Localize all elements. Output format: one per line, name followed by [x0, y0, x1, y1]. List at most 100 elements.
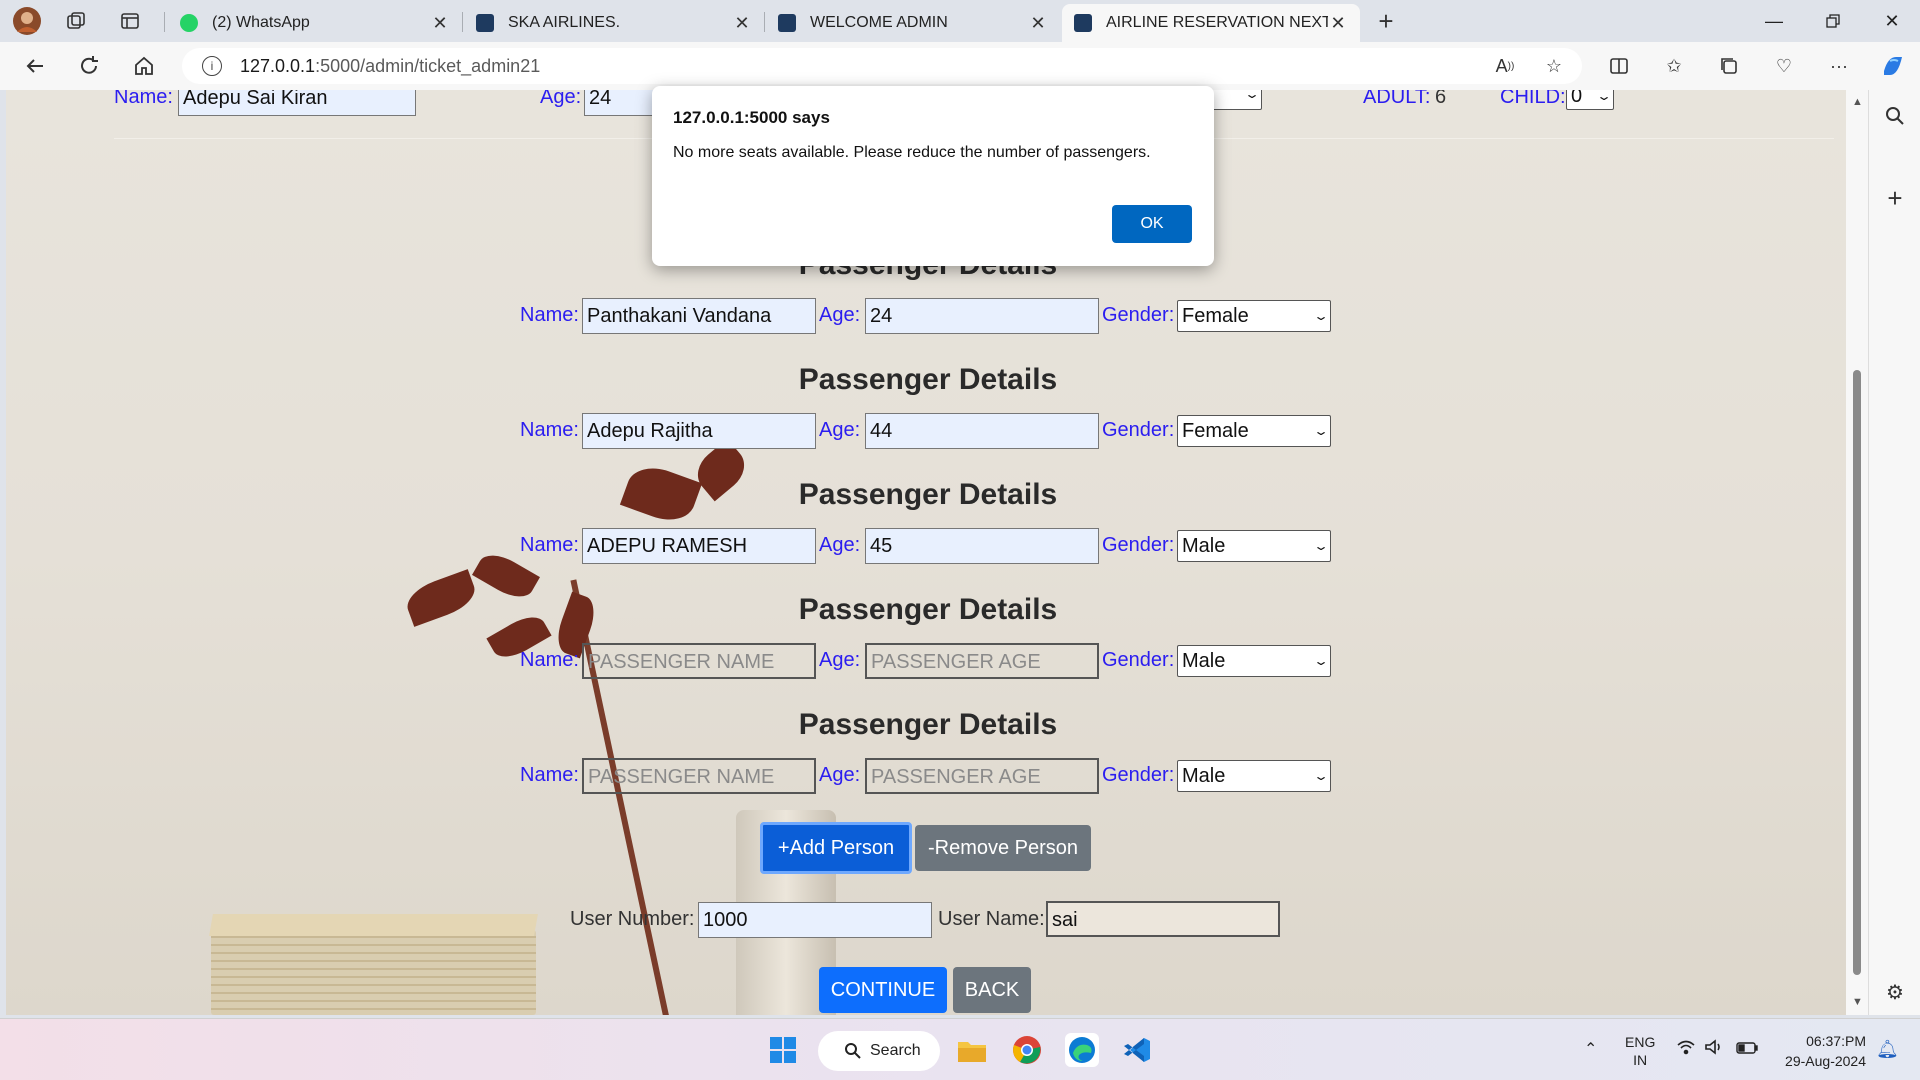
- tab-airline-reservation[interactable]: AIRLINE RESERVATION NEXT STEP ✕: [1062, 4, 1360, 42]
- passenger-details-heading: Passenger Details: [798, 363, 1058, 396]
- adult-label: ADULT:: [1363, 90, 1431, 108]
- windows-start-icon[interactable]: [766, 1033, 800, 1067]
- tab-welcome-admin[interactable]: WELCOME ADMIN ✕: [766, 4, 1060, 42]
- battery-icon[interactable]: [1736, 1041, 1758, 1057]
- close-window-icon[interactable]: ✕: [1864, 0, 1920, 42]
- taskbar-search[interactable]: Search: [818, 1031, 940, 1071]
- tab-whatsapp[interactable]: (2) WhatsApp ✕: [168, 4, 462, 42]
- passenger-age-input[interactable]: PASSENGER AGE: [865, 643, 1099, 679]
- tab-ska-airlines[interactable]: SKA AIRLINES. ✕: [464, 4, 764, 42]
- ok-button[interactable]: OK: [1112, 205, 1192, 243]
- scroll-up-arrow-icon[interactable]: ▲: [1852, 96, 1863, 108]
- gender-select[interactable]: Male ⌄: [1177, 530, 1331, 562]
- background-leaf: [401, 569, 481, 627]
- add-sidebar-app-icon[interactable]: +: [1879, 182, 1911, 214]
- search-icon[interactable]: [1879, 100, 1911, 132]
- chrome-icon[interactable]: [1010, 1033, 1044, 1067]
- volume-icon[interactable]: [1704, 1039, 1724, 1058]
- back-arrow-icon[interactable]: [18, 50, 52, 82]
- restore-icon[interactable]: [1805, 0, 1861, 42]
- passenger-age-input[interactable]: 45: [865, 528, 1099, 564]
- region-code: IN: [1633, 1052, 1648, 1068]
- age-label: Age:: [819, 649, 861, 671]
- profile-avatar[interactable]: [9, 6, 45, 36]
- passenger-name-input[interactable]: ADEPU RAMESH: [582, 528, 816, 564]
- gender-select[interactable]: Male ⌄: [1177, 645, 1331, 677]
- tab-title: AIRLINE RESERVATION NEXT STEP: [1106, 14, 1328, 31]
- wifi-icon[interactable]: [1676, 1039, 1696, 1058]
- passenger-details-heading: Passenger Details: [798, 478, 1058, 511]
- passenger-name-input[interactable]: Adepu Rajitha: [582, 413, 816, 449]
- refresh-icon[interactable]: [72, 50, 106, 82]
- terminal-icon: [1074, 14, 1092, 32]
- show-hidden-icons-icon[interactable]: ⌃: [1584, 1039, 1597, 1059]
- new-tab-icon[interactable]: +: [1368, 6, 1404, 36]
- tab-title: SKA AIRLINES.: [508, 14, 621, 31]
- address-bar[interactable]: i 127.0.0.1:5000/admin/ticket_admin21: [182, 48, 1582, 84]
- edge-icon[interactable]: [1065, 1033, 1099, 1067]
- remove-person-button[interactable]: -Remove Person: [915, 825, 1091, 871]
- close-tab-icon[interactable]: ✕: [430, 13, 450, 34]
- close-tab-icon[interactable]: ✕: [1328, 13, 1348, 34]
- browser-tab-strip: (2) WhatsApp ✕ SKA AIRLINES. ✕ WELCOME A…: [0, 0, 1920, 42]
- user-number-input[interactable]: 1000: [698, 902, 932, 938]
- clock[interactable]: 06:37:PM 29-Aug-2024: [1776, 1031, 1866, 1071]
- top-select[interactable]: ⌄: [1206, 90, 1262, 110]
- passenger-name-input[interactable]: PASSENGER NAME: [582, 643, 816, 679]
- vscode-icon[interactable]: [1120, 1033, 1154, 1067]
- favorite-star-icon[interactable]: ☆: [1537, 50, 1571, 82]
- vertical-scrollbar[interactable]: ▲ ▼: [1846, 90, 1868, 1015]
- close-tab-icon[interactable]: ✕: [1028, 13, 1048, 34]
- close-tab-icon[interactable]: ✕: [732, 13, 752, 34]
- browser-toolbar: i 127.0.0.1:5000/admin/ticket_admin21 A)…: [0, 42, 1920, 90]
- passenger-age-input[interactable]: 44: [865, 413, 1099, 449]
- gender-select-value: Male: [1182, 764, 1226, 787]
- passenger-name-input[interactable]: PASSENGER NAME: [582, 758, 816, 794]
- split-screen-icon[interactable]: [1602, 50, 1636, 82]
- gender-select-value: Male: [1182, 649, 1226, 672]
- language-indicator[interactable]: ENG IN: [1625, 1033, 1655, 1069]
- scroll-down-arrow-icon[interactable]: ▼: [1852, 996, 1863, 1008]
- favorites-icon[interactable]: ✩: [1657, 50, 1691, 82]
- gender-select-value: Female: [1182, 304, 1249, 327]
- top-name-input[interactable]: Adepu Sai Kiran: [178, 90, 416, 116]
- windows-taskbar: Search ⌃ ENG IN 06:37:PM 29-Aug-2024 🔔︎: [0, 1018, 1920, 1080]
- continue-button[interactable]: CONTINUE: [819, 967, 947, 1013]
- url-path: :5000/admin/ticket_admin21: [315, 55, 541, 76]
- taskbar-search-label: Search: [870, 1042, 921, 1059]
- minimize-icon[interactable]: —: [1746, 0, 1802, 42]
- back-button[interactable]: BACK: [953, 967, 1031, 1013]
- passenger-name-input[interactable]: Panthakani Vandana: [582, 298, 816, 334]
- gender-label: Gender:: [1102, 764, 1175, 786]
- gender-select[interactable]: Female ⌄: [1177, 415, 1331, 447]
- copilot-icon[interactable]: [1876, 50, 1910, 82]
- notification-bell-icon[interactable]: 🔔︎: [1876, 1039, 1899, 1060]
- tab-actions-icon[interactable]: [112, 6, 148, 36]
- passenger-age-input[interactable]: PASSENGER AGE: [865, 758, 1099, 794]
- user-name-input[interactable]: sai: [1046, 901, 1280, 937]
- sidebar-settings-icon[interactable]: ⚙: [1879, 976, 1911, 1008]
- home-icon[interactable]: [127, 50, 161, 82]
- gender-select[interactable]: Male ⌄: [1177, 760, 1331, 792]
- tab-title: (2) WhatsApp: [212, 14, 310, 31]
- info-icon[interactable]: i: [202, 56, 222, 76]
- clock-time: 06:37:PM: [1806, 1033, 1866, 1049]
- search-icon: [845, 1043, 861, 1059]
- collections-icon[interactable]: [1712, 50, 1746, 82]
- url-host: 127.0.0.1: [240, 55, 316, 76]
- more-options-icon[interactable]: ···: [1822, 50, 1856, 82]
- browser-essentials-icon[interactable]: ♡: [1767, 50, 1801, 82]
- dialog-title: 127.0.0.1:5000 says: [673, 108, 830, 127]
- name-label: Name:: [520, 649, 579, 671]
- age-label: Age:: [819, 304, 861, 326]
- passenger-age-input[interactable]: 24: [865, 298, 1099, 334]
- file-explorer-icon[interactable]: [955, 1033, 989, 1067]
- top-age-label: Age:: [540, 90, 582, 108]
- gender-label: Gender:: [1102, 419, 1175, 441]
- workspaces-icon[interactable]: [58, 6, 94, 36]
- add-person-button[interactable]: +Add Person: [760, 822, 912, 874]
- gender-select[interactable]: Female ⌄: [1177, 300, 1331, 332]
- child-select[interactable]: 0 ⌄: [1566, 90, 1614, 110]
- read-aloud-icon[interactable]: A)): [1488, 50, 1522, 82]
- scrollbar-thumb[interactable]: [1853, 370, 1861, 975]
